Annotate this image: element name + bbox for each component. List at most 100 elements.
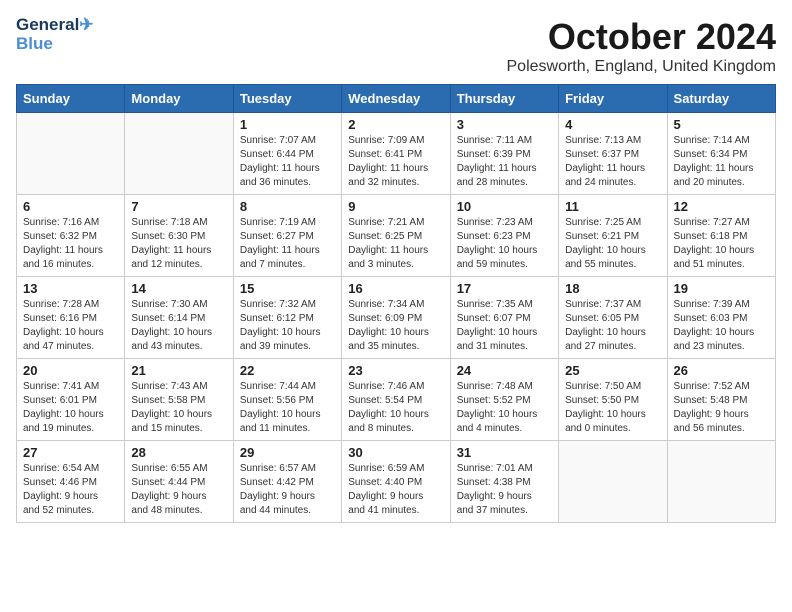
cell-info: Sunrise: 6:55 AM Sunset: 4:44 PM Dayligh… xyxy=(131,462,226,518)
calendar-cell: 5 Sunrise: 7:14 AM Sunset: 6:34 PM Daylig… xyxy=(667,113,775,195)
logo-blue: Blue xyxy=(16,35,94,54)
day-number: 3 xyxy=(457,117,552,132)
cell-info: Sunrise: 7:13 AM Sunset: 6:37 PM Dayligh… xyxy=(565,134,660,190)
calendar-cell: 24 Sunrise: 7:48 AM Sunset: 5:52 PM Dayli… xyxy=(450,359,558,441)
cell-info: Sunrise: 7:34 AM Sunset: 6:09 PM Dayligh… xyxy=(348,298,443,354)
cell-info: Sunrise: 7:09 AM Sunset: 6:41 PM Dayligh… xyxy=(348,134,443,190)
day-number: 6 xyxy=(23,199,118,214)
day-number: 14 xyxy=(131,281,226,296)
calendar-cell: 3 Sunrise: 7:11 AM Sunset: 6:39 PM Daylig… xyxy=(450,113,558,195)
cell-info: Sunrise: 7:16 AM Sunset: 6:32 PM Dayligh… xyxy=(23,216,118,272)
calendar-cell xyxy=(125,113,233,195)
calendar-cell: 13 Sunrise: 7:28 AM Sunset: 6:16 PM Dayli… xyxy=(17,277,125,359)
calendar-cell: 25 Sunrise: 7:50 AM Sunset: 5:50 PM Dayli… xyxy=(559,359,667,441)
calendar-cell: 14 Sunrise: 7:30 AM Sunset: 6:14 PM Dayli… xyxy=(125,277,233,359)
title-block: October 2024 Polesworth, England, United… xyxy=(507,16,777,76)
cell-info: Sunrise: 7:37 AM Sunset: 6:05 PM Dayligh… xyxy=(565,298,660,354)
calendar-cell: 6 Sunrise: 7:16 AM Sunset: 6:32 PM Daylig… xyxy=(17,195,125,277)
cell-info: Sunrise: 7:44 AM Sunset: 5:56 PM Dayligh… xyxy=(240,380,335,436)
day-number: 10 xyxy=(457,199,552,214)
cell-info: Sunrise: 6:57 AM Sunset: 4:42 PM Dayligh… xyxy=(240,462,335,518)
cell-info: Sunrise: 7:52 AM Sunset: 5:48 PM Dayligh… xyxy=(674,380,769,436)
day-number: 11 xyxy=(565,199,660,214)
month-title: October 2024 xyxy=(507,16,777,58)
day-number: 18 xyxy=(565,281,660,296)
cell-info: Sunrise: 7:18 AM Sunset: 6:30 PM Dayligh… xyxy=(131,216,226,272)
cell-info: Sunrise: 7:35 AM Sunset: 6:07 PM Dayligh… xyxy=(457,298,552,354)
day-number: 28 xyxy=(131,445,226,460)
cell-info: Sunrise: 7:14 AM Sunset: 6:34 PM Dayligh… xyxy=(674,134,769,190)
calendar-cell: 18 Sunrise: 7:37 AM Sunset: 6:05 PM Dayli… xyxy=(559,277,667,359)
day-number: 23 xyxy=(348,363,443,378)
day-number: 12 xyxy=(674,199,769,214)
week-row-2: 6 Sunrise: 7:16 AM Sunset: 6:32 PM Daylig… xyxy=(17,195,776,277)
week-row-4: 20Sunrise: 7:41 AM Sunset: 6:01 PM Dayli… xyxy=(17,359,776,441)
day-number: 31 xyxy=(457,445,552,460)
day-number: 15 xyxy=(240,281,335,296)
day-number: 2 xyxy=(348,117,443,132)
day-number: 17 xyxy=(457,281,552,296)
calendar-cell: 12 Sunrise: 7:27 AM Sunset: 6:18 PM Dayli… xyxy=(667,195,775,277)
weekday-header-sunday: Sunday xyxy=(17,85,125,113)
cell-info: Sunrise: 7:19 AM Sunset: 6:27 PM Dayligh… xyxy=(240,216,335,272)
page-header: General✈ Blue October 2024 Polesworth, E… xyxy=(16,16,776,76)
cell-info: Sunrise: 7:23 AM Sunset: 6:23 PM Dayligh… xyxy=(457,216,552,272)
day-number: 4 xyxy=(565,117,660,132)
cell-info: Sunrise: 7:39 AM Sunset: 6:03 PM Dayligh… xyxy=(674,298,769,354)
logo: General✈ Blue xyxy=(16,16,94,53)
cell-info: Sunrise: 6:59 AM Sunset: 4:40 PM Dayligh… xyxy=(348,462,443,518)
weekday-header-wednesday: Wednesday xyxy=(342,85,450,113)
day-number: 24 xyxy=(457,363,552,378)
calendar-cell: 17 Sunrise: 7:35 AM Sunset: 6:07 PM Dayli… xyxy=(450,277,558,359)
day-number: 20 xyxy=(23,363,118,378)
calendar-cell: 28 Sunrise: 6:55 AM Sunset: 4:44 PM Dayli… xyxy=(125,441,233,523)
cell-info: Sunrise: 7:01 AM Sunset: 4:38 PM Dayligh… xyxy=(457,462,552,518)
cell-info: Sunrise: 7:32 AM Sunset: 6:12 PM Dayligh… xyxy=(240,298,335,354)
calendar-cell: 7 Sunrise: 7:18 AM Sunset: 6:30 PM Daylig… xyxy=(125,195,233,277)
calendar-cell: 2 Sunrise: 7:09 AM Sunset: 6:41 PM Daylig… xyxy=(342,113,450,195)
cell-info: Sunrise: 7:48 AM Sunset: 5:52 PM Dayligh… xyxy=(457,380,552,436)
week-row-1: 1Sunrise: 7:07 AM Sunset: 6:44 PM Daylig… xyxy=(17,113,776,195)
calendar-cell: 29Sunrise: 6:57 AM Sunset: 4:42 PM Dayli… xyxy=(233,441,341,523)
day-number: 7 xyxy=(131,199,226,214)
cell-info: Sunrise: 7:30 AM Sunset: 6:14 PM Dayligh… xyxy=(131,298,226,354)
cell-info: Sunrise: 7:50 AM Sunset: 5:50 PM Dayligh… xyxy=(565,380,660,436)
calendar-cell: 23 Sunrise: 7:46 AM Sunset: 5:54 PM Dayli… xyxy=(342,359,450,441)
calendar-cell: 15 Sunrise: 7:32 AM Sunset: 6:12 PM Dayli… xyxy=(233,277,341,359)
cell-info: Sunrise: 7:46 AM Sunset: 5:54 PM Dayligh… xyxy=(348,380,443,436)
day-number: 13 xyxy=(23,281,118,296)
day-number: 16 xyxy=(348,281,443,296)
weekday-header-thursday: Thursday xyxy=(450,85,558,113)
day-number: 19 xyxy=(674,281,769,296)
cell-info: Sunrise: 6:54 AM Sunset: 4:46 PM Dayligh… xyxy=(23,462,118,518)
cell-info: Sunrise: 7:21 AM Sunset: 6:25 PM Dayligh… xyxy=(348,216,443,272)
location: Polesworth, England, United Kingdom xyxy=(507,58,777,76)
day-number: 25 xyxy=(565,363,660,378)
day-number: 8 xyxy=(240,199,335,214)
weekday-header-monday: Monday xyxy=(125,85,233,113)
calendar-cell: 22 Sunrise: 7:44 AM Sunset: 5:56 PM Dayli… xyxy=(233,359,341,441)
weekday-header-friday: Friday xyxy=(559,85,667,113)
day-number: 5 xyxy=(674,117,769,132)
calendar-table: SundayMondayTuesdayWednesdayThursdayFrid… xyxy=(16,84,776,523)
week-row-5: 27Sunrise: 6:54 AM Sunset: 4:46 PM Dayli… xyxy=(17,441,776,523)
logo-general: General✈ xyxy=(16,16,94,35)
cell-info: Sunrise: 7:11 AM Sunset: 6:39 PM Dayligh… xyxy=(457,134,552,190)
day-number: 26 xyxy=(674,363,769,378)
calendar-cell: 21 Sunrise: 7:43 AM Sunset: 5:58 PM Dayli… xyxy=(125,359,233,441)
cell-info: Sunrise: 7:43 AM Sunset: 5:58 PM Dayligh… xyxy=(131,380,226,436)
day-number: 1 xyxy=(240,117,335,132)
day-number: 30 xyxy=(348,445,443,460)
calendar-cell: 27Sunrise: 6:54 AM Sunset: 4:46 PM Dayli… xyxy=(17,441,125,523)
calendar-cell: 30 Sunrise: 6:59 AM Sunset: 4:40 PM Dayli… xyxy=(342,441,450,523)
calendar-cell: 1Sunrise: 7:07 AM Sunset: 6:44 PM Daylig… xyxy=(233,113,341,195)
day-number: 21 xyxy=(131,363,226,378)
calendar-cell: 31 Sunrise: 7:01 AM Sunset: 4:38 PM Dayli… xyxy=(450,441,558,523)
week-row-3: 13 Sunrise: 7:28 AM Sunset: 6:16 PM Dayli… xyxy=(17,277,776,359)
calendar-cell: 26 Sunrise: 7:52 AM Sunset: 5:48 PM Dayli… xyxy=(667,359,775,441)
weekday-header-tuesday: Tuesday xyxy=(233,85,341,113)
cell-info: Sunrise: 7:27 AM Sunset: 6:18 PM Dayligh… xyxy=(674,216,769,272)
day-number: 22 xyxy=(240,363,335,378)
cell-info: Sunrise: 7:25 AM Sunset: 6:21 PM Dayligh… xyxy=(565,216,660,272)
cell-info: Sunrise: 7:28 AM Sunset: 6:16 PM Dayligh… xyxy=(23,298,118,354)
